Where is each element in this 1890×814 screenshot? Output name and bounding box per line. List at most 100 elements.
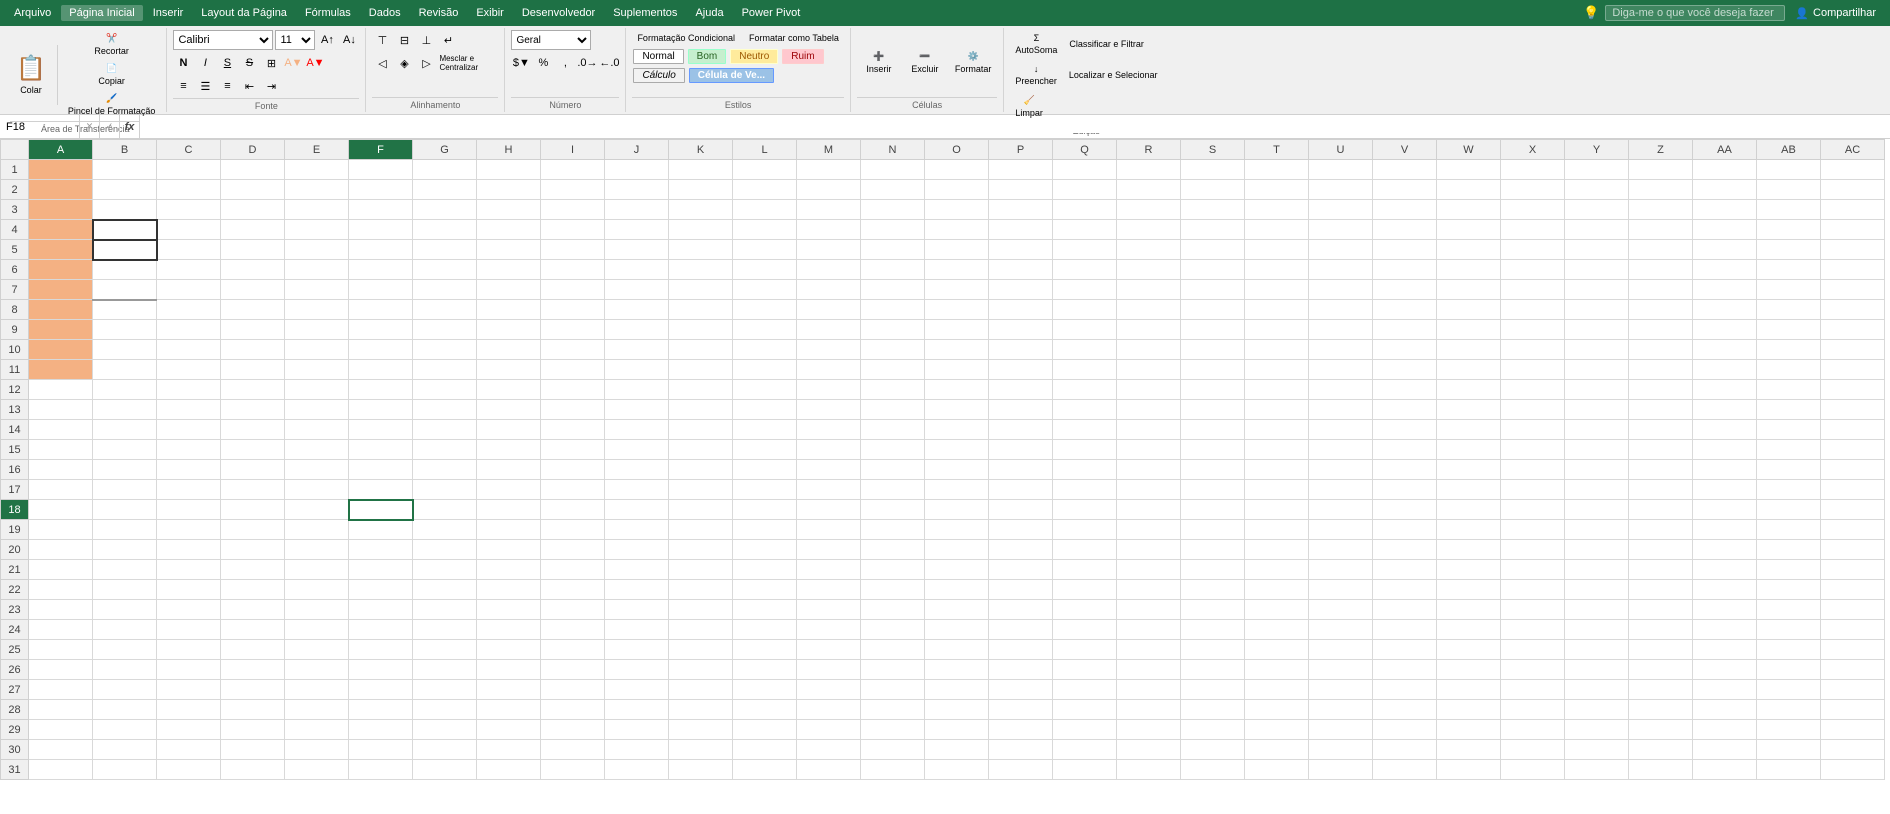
cell-V20[interactable]: [1373, 540, 1437, 560]
cell-Q17[interactable]: [1053, 480, 1117, 500]
cell-H1[interactable]: [477, 160, 541, 180]
cell-G4[interactable]: [413, 220, 477, 240]
cell-R23[interactable]: [1117, 600, 1181, 620]
cell-K25[interactable]: [669, 640, 733, 660]
cell-H19[interactable]: [477, 520, 541, 540]
cell-E20[interactable]: [285, 540, 349, 560]
cell-X29[interactable]: [1501, 720, 1565, 740]
cell-D22[interactable]: [221, 580, 285, 600]
cell-L5[interactable]: [733, 240, 797, 260]
cell-V31[interactable]: [1373, 760, 1437, 780]
cell-Z2[interactable]: [1629, 180, 1693, 200]
cell-S9[interactable]: [1181, 320, 1245, 340]
menu-inserir[interactable]: Inserir: [145, 5, 192, 21]
cell-W6[interactable]: [1437, 260, 1501, 280]
cell-R10[interactable]: [1117, 340, 1181, 360]
cell-Y31[interactable]: [1565, 760, 1629, 780]
cell-B21[interactable]: [93, 560, 157, 580]
cell-K30[interactable]: [669, 740, 733, 760]
cell-R25[interactable]: [1117, 640, 1181, 660]
cell-C8[interactable]: [157, 300, 221, 320]
cell-A12[interactable]: [29, 380, 93, 400]
cell-W8[interactable]: [1437, 300, 1501, 320]
cell-F2[interactable]: [349, 180, 413, 200]
cell-T18[interactable]: [1245, 500, 1309, 520]
cell-Z16[interactable]: [1629, 460, 1693, 480]
cell-C29[interactable]: [157, 720, 221, 740]
cell-Z26[interactable]: [1629, 660, 1693, 680]
cell-J2[interactable]: [605, 180, 669, 200]
cell-B18[interactable]: [93, 500, 157, 520]
cell-H22[interactable]: [477, 580, 541, 600]
cell-O30[interactable]: [925, 740, 989, 760]
row-header-4[interactable]: 4: [1, 220, 29, 240]
cell-O18[interactable]: [925, 500, 989, 520]
cell-Y9[interactable]: [1565, 320, 1629, 340]
cell-AB11[interactable]: [1757, 360, 1821, 380]
cell-F30[interactable]: [349, 740, 413, 760]
cell-A10[interactable]: [29, 340, 93, 360]
menu-suplementos[interactable]: Suplementos: [605, 5, 685, 21]
cell-V25[interactable]: [1373, 640, 1437, 660]
cell-X13[interactable]: [1501, 400, 1565, 420]
col-header-X[interactable]: X: [1501, 140, 1565, 160]
cell-T23[interactable]: [1245, 600, 1309, 620]
cell-N26[interactable]: [861, 660, 925, 680]
cell-O8[interactable]: [925, 300, 989, 320]
row-header-30[interactable]: 30: [1, 740, 29, 760]
cell-AA10[interactable]: [1693, 340, 1757, 360]
cell-D28[interactable]: [221, 700, 285, 720]
name-box[interactable]: F18: [0, 115, 80, 138]
formula-bar-cancel[interactable]: ✕: [80, 115, 100, 138]
cell-A22[interactable]: [29, 580, 93, 600]
cell-V11[interactable]: [1373, 360, 1437, 380]
cell-AA18[interactable]: [1693, 500, 1757, 520]
cell-C26[interactable]: [157, 660, 221, 680]
col-header-J[interactable]: J: [605, 140, 669, 160]
cell-B28[interactable]: [93, 700, 157, 720]
cell-A29[interactable]: [29, 720, 93, 740]
cell-K10[interactable]: [669, 340, 733, 360]
cell-U17[interactable]: [1309, 480, 1373, 500]
cell-C4[interactable]: [157, 220, 221, 240]
cell-I12[interactable]: [541, 380, 605, 400]
cell-X30[interactable]: [1501, 740, 1565, 760]
cell-R3[interactable]: [1117, 200, 1181, 220]
cell-F7[interactable]: [349, 280, 413, 300]
cell-G31[interactable]: [413, 760, 477, 780]
cell-Z20[interactable]: [1629, 540, 1693, 560]
cell-N23[interactable]: [861, 600, 925, 620]
row-header-5[interactable]: 5: [1, 240, 29, 260]
cell-Q20[interactable]: [1053, 540, 1117, 560]
cell-Q1[interactable]: [1053, 160, 1117, 180]
cell-E26[interactable]: [285, 660, 349, 680]
cell-Q27[interactable]: [1053, 680, 1117, 700]
cell-M8[interactable]: [797, 300, 861, 320]
cell-W14[interactable]: [1437, 420, 1501, 440]
cell-AB6[interactable]: [1757, 260, 1821, 280]
formula-bar-confirm[interactable]: ✓: [100, 115, 120, 138]
cell-V28[interactable]: [1373, 700, 1437, 720]
cell-A3[interactable]: [29, 200, 93, 220]
cell-E2[interactable]: [285, 180, 349, 200]
cell-P11[interactable]: [989, 360, 1053, 380]
row-header-14[interactable]: 14: [1, 420, 29, 440]
cell-J30[interactable]: [605, 740, 669, 760]
cell-M26[interactable]: [797, 660, 861, 680]
cell-O4[interactable]: [925, 220, 989, 240]
cell-V10[interactable]: [1373, 340, 1437, 360]
align-center-button[interactable]: ☰: [195, 76, 215, 96]
cell-A15[interactable]: [29, 440, 93, 460]
merge-center-button[interactable]: Mesclar e Centralizar: [438, 53, 498, 73]
col-header-R[interactable]: R: [1117, 140, 1181, 160]
cell-P31[interactable]: [989, 760, 1053, 780]
cell-K19[interactable]: [669, 520, 733, 540]
cell-N22[interactable]: [861, 580, 925, 600]
font-name-select[interactable]: Calibri: [173, 30, 273, 50]
cell-AB5[interactable]: [1757, 240, 1821, 260]
cell-Z25[interactable]: [1629, 640, 1693, 660]
cell-I31[interactable]: [541, 760, 605, 780]
cell-F18[interactable]: [349, 500, 413, 520]
cell-AC26[interactable]: [1821, 660, 1885, 680]
cell-A1[interactable]: [29, 160, 93, 180]
